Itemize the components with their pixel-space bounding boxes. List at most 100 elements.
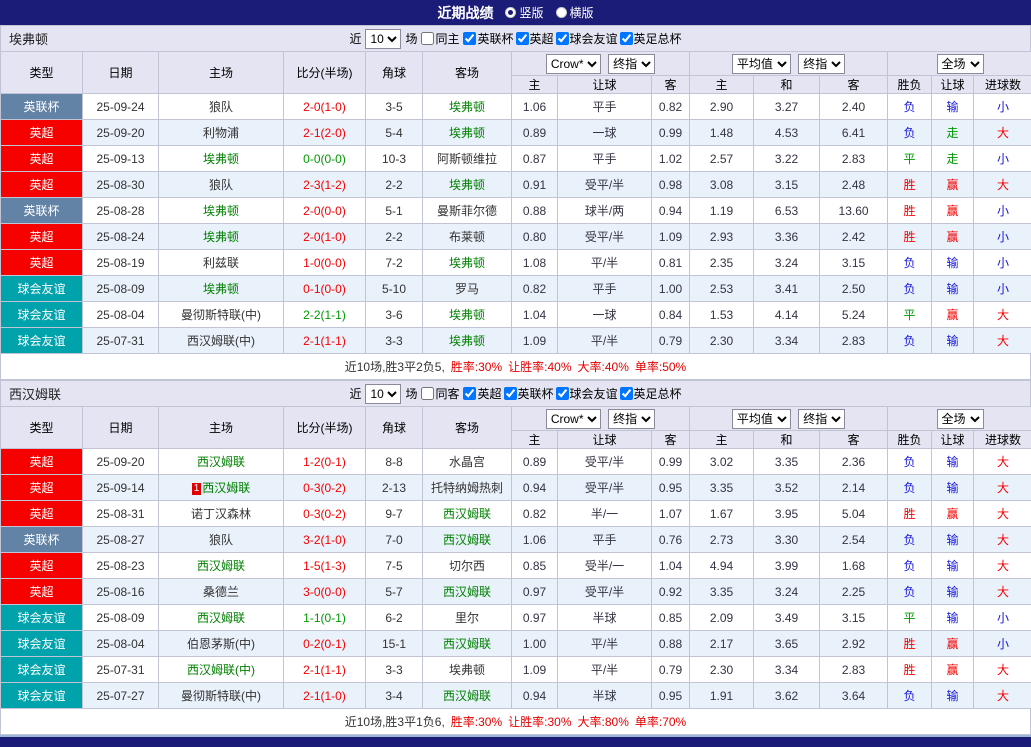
- team-link: 埃弗顿: [203, 282, 239, 296]
- away-team: 西汉姆联: [423, 631, 512, 657]
- league-filter[interactable]: 英超: [463, 385, 501, 402]
- avg-stage-select[interactable]: 终指: [798, 409, 845, 429]
- match-date: 25-08-09: [83, 276, 159, 302]
- avg-away: 1.68: [820, 553, 888, 579]
- odds-home: 1.09: [512, 328, 558, 354]
- avg-home: 1.91: [690, 683, 754, 709]
- league-filter[interactable]: 英足总杯: [620, 30, 682, 47]
- same-venue-filter[interactable]: 同主: [421, 30, 459, 47]
- odds-handicap: 球半/两: [558, 198, 652, 224]
- bookmaker-select[interactable]: Crow*: [546, 409, 601, 429]
- result-goals: 大: [974, 328, 1031, 354]
- match-row: 英超25-09-20西汉姆联1-2(0-1)8-8水晶宫0.89受平/半0.99…: [1, 449, 1031, 475]
- filter-suffix-label: 场: [405, 30, 417, 47]
- odds-stage-select[interactable]: 终指: [608, 54, 655, 74]
- average-select[interactable]: 平均值: [732, 409, 791, 429]
- red-card-count: 1: [192, 483, 202, 495]
- team-link: 埃弗顿: [449, 334, 485, 348]
- league-checkbox[interactable]: [556, 32, 569, 45]
- result-handicap: 赢: [932, 501, 974, 527]
- same-venue-checkbox[interactable]: [421, 387, 434, 400]
- corner-score: 7-0: [366, 527, 423, 553]
- avg-away: 2.36: [820, 449, 888, 475]
- result-goals: 大: [974, 475, 1031, 501]
- odds-stage-select[interactable]: 终指: [608, 409, 655, 429]
- odds-home: 1.06: [512, 94, 558, 120]
- scope-select[interactable]: 全场: [937, 409, 984, 429]
- corner-score: 7-5: [366, 553, 423, 579]
- corner-score: 5-4: [366, 120, 423, 146]
- match-row: 球会友谊25-08-09西汉姆联1-1(0-1)6-2里尔0.97半球0.852…: [1, 605, 1031, 631]
- match-type-badge: 英超: [1, 449, 83, 475]
- result-outcome: 负: [888, 120, 932, 146]
- result-handicap: 赢: [932, 631, 974, 657]
- col-score: 比分(半场): [284, 407, 366, 449]
- layout-radio-vertical[interactable]: 竖版: [505, 4, 543, 21]
- result-outcome: 负: [888, 683, 932, 709]
- result-goals: 大: [974, 501, 1031, 527]
- avg-away: 2.92: [820, 631, 888, 657]
- match-row: 英超25-08-24埃弗顿2-0(1-0)2-2布莱顿0.80受平/半1.092…: [1, 224, 1031, 250]
- layout-radio-horizontal[interactable]: 横版: [556, 4, 594, 21]
- score: 2-1(1-1): [284, 657, 366, 683]
- league-checkbox[interactable]: [556, 387, 569, 400]
- match-row: 球会友谊25-07-27曼彻斯特联(中)2-1(1-0)3-4西汉姆联0.94半…: [1, 683, 1031, 709]
- radio-label: 竖版: [519, 4, 543, 21]
- home-team: 伯恩茅斯(中): [159, 631, 284, 657]
- league-filter[interactable]: 英超: [516, 30, 554, 47]
- match-date: 25-08-27: [83, 527, 159, 553]
- col-type: 类型: [1, 407, 83, 449]
- avg-home: 1.53: [690, 302, 754, 328]
- avg-draw: 3.99: [754, 553, 820, 579]
- col-corner: 角球: [366, 407, 423, 449]
- league-filter[interactable]: 英联杯: [463, 30, 513, 47]
- match-type-badge: 英超: [1, 250, 83, 276]
- average-select[interactable]: 平均值: [732, 54, 791, 74]
- team-name: 西汉姆联: [9, 384, 61, 403]
- league-filter[interactable]: 球会友谊: [556, 385, 618, 402]
- scope-select[interactable]: 全场: [937, 54, 984, 74]
- bookmaker-select[interactable]: Crow*: [546, 54, 601, 74]
- odds-handicap: 平手: [558, 146, 652, 172]
- away-team: 曼斯菲尔德: [423, 198, 512, 224]
- league-filter[interactable]: 英足总杯: [620, 385, 682, 402]
- league-filter[interactable]: 英联杯: [504, 385, 554, 402]
- league-checkbox[interactable]: [504, 387, 517, 400]
- subcol-odds-away: 客: [652, 76, 690, 94]
- score: 2-0(1-0): [284, 224, 366, 250]
- result-goals: 小: [974, 94, 1031, 120]
- same-venue-checkbox[interactable]: [421, 32, 434, 45]
- league-checkbox[interactable]: [463, 32, 476, 45]
- league-checkbox[interactable]: [463, 387, 476, 400]
- match-count-select[interactable]: 10: [365, 29, 401, 49]
- match-date: 25-07-31: [83, 657, 159, 683]
- score: 1-5(1-3): [284, 553, 366, 579]
- odds-home: 0.87: [512, 146, 558, 172]
- result-goals: 小: [974, 250, 1031, 276]
- odds-home: 0.82: [512, 501, 558, 527]
- team-link: 西汉姆联: [202, 481, 250, 495]
- match-count-select[interactable]: 10: [365, 384, 401, 404]
- odds-home: 0.94: [512, 475, 558, 501]
- odds-home: 0.89: [512, 120, 558, 146]
- odds-away: 0.95: [652, 475, 690, 501]
- team-section: 西汉姆联 近 10 场 同客 英超英联杯球会友谊英足总杯 类型 日期 主场 比分…: [0, 380, 1031, 735]
- league-checkbox[interactable]: [516, 32, 529, 45]
- result-outcome: 负: [888, 579, 932, 605]
- avg-away: 13.60: [820, 198, 888, 224]
- odds-away: 0.79: [652, 328, 690, 354]
- avg-stage-select[interactable]: 终指: [798, 54, 845, 74]
- subcol-handicap: 让球: [558, 431, 652, 449]
- away-team: 埃弗顿: [423, 250, 512, 276]
- odds-handicap: 半/一: [558, 501, 652, 527]
- score: 3-2(1-0): [284, 527, 366, 553]
- team-link: 埃弗顿: [203, 230, 239, 244]
- league-checkbox[interactable]: [620, 387, 633, 400]
- same-venue-filter[interactable]: 同客: [421, 385, 459, 402]
- result-outcome: 平: [888, 146, 932, 172]
- league-checkbox[interactable]: [620, 32, 633, 45]
- match-type-badge: 英超: [1, 579, 83, 605]
- avg-home: 3.35: [690, 579, 754, 605]
- league-filter[interactable]: 球会友谊: [556, 30, 618, 47]
- avg-away: 5.24: [820, 302, 888, 328]
